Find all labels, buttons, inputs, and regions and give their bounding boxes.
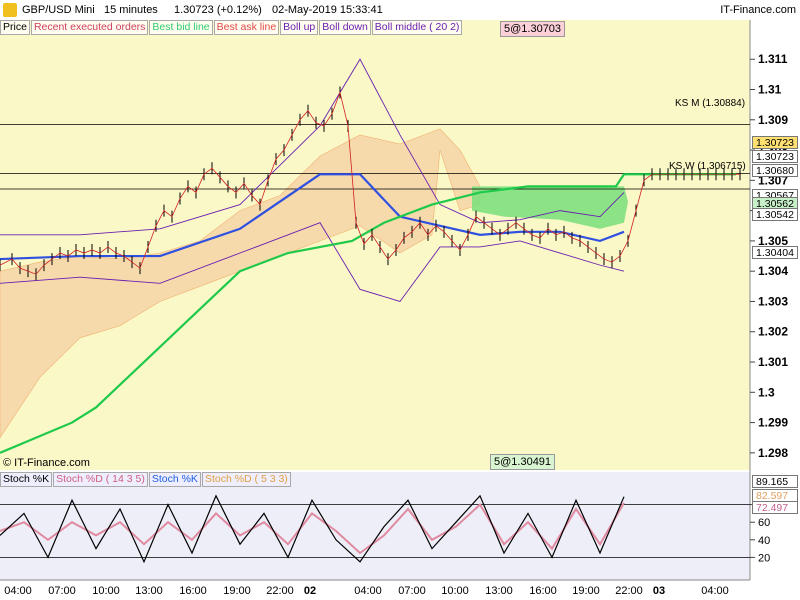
legend-best-ask[interactable]: Best ask line: [213, 20, 280, 35]
x-tick-label: 13:00: [135, 585, 163, 597]
stoch-value-box: 89.165: [752, 475, 798, 488]
x-tick-label: 04:00: [4, 585, 32, 597]
ks-m-label: KS M (1.30884): [675, 98, 746, 109]
stoch-y-tick-label: 20: [758, 552, 770, 564]
y-tick-label: 1.301: [758, 355, 788, 369]
order-badge-bottom: 5@1.30491: [490, 454, 556, 470]
x-tick-label: 02: [303, 585, 317, 597]
main-chart[interactable]: 1.2981.2991.31.3011.3021.3031.3041.3051.…: [0, 0, 800, 600]
stoch-legend-k1[interactable]: Stoch %K: [0, 472, 53, 487]
x-tick-label: 19:00: [572, 585, 600, 597]
price-box: 1.30404: [752, 246, 798, 259]
x-tick-label: 22:00: [615, 585, 643, 597]
x-tick-label: 04:00: [354, 585, 382, 597]
stoch-value-box: 72.497: [752, 501, 798, 514]
x-tick-label: 19:00: [223, 585, 251, 597]
indicator-legend: Price Recent executed orders Best bid li…: [0, 20, 463, 35]
price-box: 1.30723: [752, 136, 798, 149]
x-tick-label: 13:00: [485, 585, 513, 597]
y-tick-label: 1.302: [758, 325, 788, 339]
order-badge-top: 5@1.30703: [500, 21, 566, 37]
y-tick-label: 1.31: [758, 83, 782, 97]
y-tick-label: 1.309: [758, 113, 788, 127]
y-tick-label: 1.311: [758, 52, 788, 66]
x-tick-label: 10:00: [441, 585, 469, 597]
stoch-legend-k2[interactable]: Stoch %K: [148, 472, 201, 487]
price-box: 1.30680: [752, 164, 798, 177]
x-tick-label: 10:00: [92, 585, 120, 597]
price-box: 1.30542: [752, 208, 798, 221]
y-tick-label: 1.299: [758, 416, 788, 430]
legend-boll-up[interactable]: Boll up: [280, 20, 319, 35]
y-tick-label: 1.303: [758, 294, 788, 308]
stoch-legend-d2[interactable]: Stoch %D ( 5 3 3): [201, 472, 291, 487]
x-tick-label: 16:00: [179, 585, 207, 597]
legend-recent-orders[interactable]: Recent executed orders: [30, 20, 149, 35]
ks-w-label: KS W (1.306715): [669, 161, 746, 172]
stoch-legend: Stoch %K Stoch %D ( 14 3 5) Stoch %K Sto…: [0, 472, 292, 487]
y-tick-label: 1.298: [758, 446, 788, 460]
x-tick-label: 07:00: [48, 585, 76, 597]
y-tick-label: 1.3: [758, 385, 775, 399]
stoch-legend-d1[interactable]: Stoch %D ( 14 3 5): [53, 472, 148, 487]
stoch-y-tick-label: 40: [758, 535, 770, 547]
x-tick-label: 04:00: [701, 585, 729, 597]
legend-boll-down[interactable]: Boll down: [319, 20, 371, 35]
x-tick-label: 22:00: [266, 585, 294, 597]
stoch-y-tick-label: 60: [758, 517, 770, 529]
x-tick-label: 16:00: [529, 585, 557, 597]
legend-best-bid[interactable]: Best bid line: [149, 20, 213, 35]
y-tick-label: 1.304: [758, 264, 788, 278]
x-tick-label: 03: [652, 585, 666, 597]
x-tick-label: 07:00: [398, 585, 426, 597]
price-box: 1.30723: [752, 150, 798, 163]
watermark: © IT-Finance.com: [3, 457, 90, 469]
legend-boll-middle[interactable]: Boll middle ( 20 2): [371, 20, 463, 35]
legend-price[interactable]: Price: [0, 20, 30, 35]
